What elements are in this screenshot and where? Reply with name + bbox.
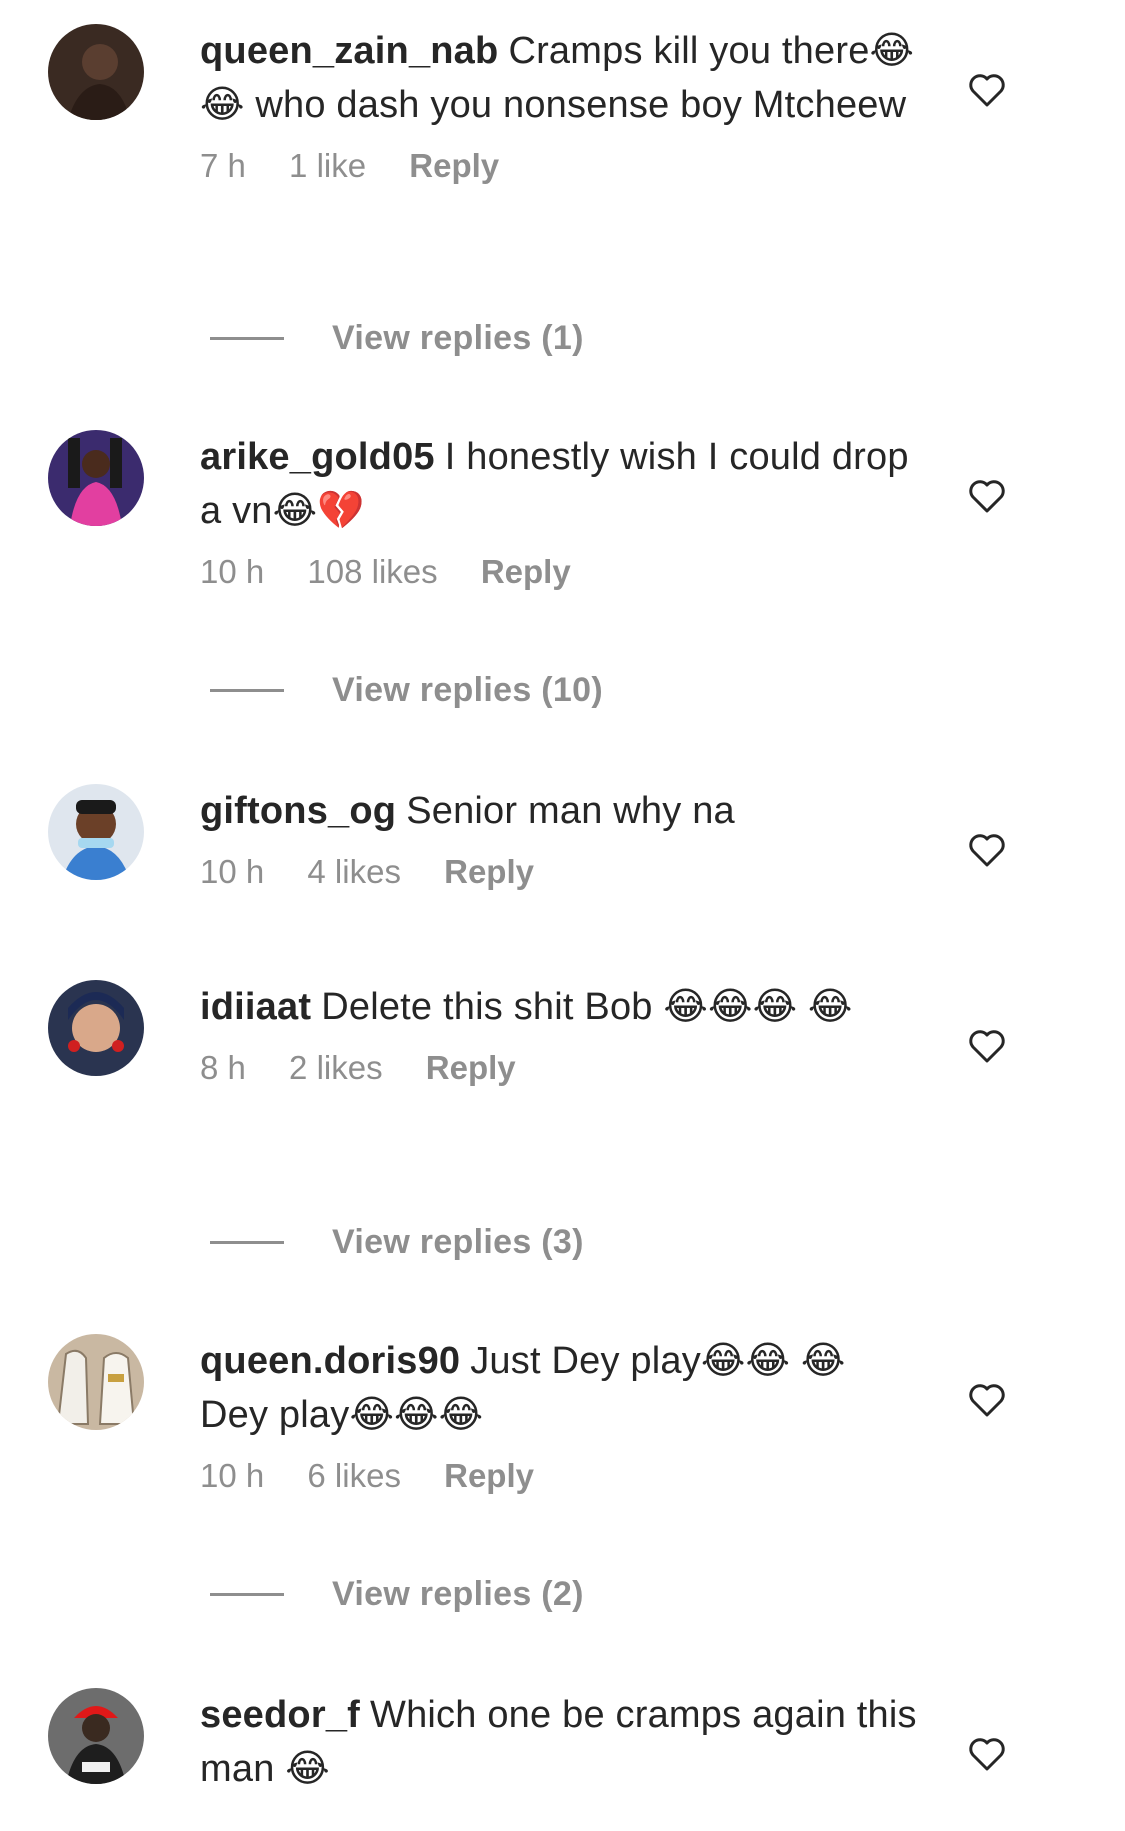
reply-button[interactable]: Reply	[409, 147, 499, 184]
comment-body: Senior man why na	[406, 790, 735, 832]
comment-username[interactable]: seedor_f	[200, 1694, 360, 1736]
comment-username[interactable]: idiiaat	[200, 986, 311, 1028]
reply-button[interactable]: Reply	[444, 853, 534, 890]
view-replies-label: View replies (2)	[332, 1574, 584, 1613]
view-replies-label: View replies (10)	[332, 670, 603, 709]
divider-line	[210, 336, 284, 340]
avatar[interactable]	[48, 24, 144, 120]
view-replies-button[interactable]: View replies (3)	[210, 1220, 584, 1264]
comment-likes[interactable]: 108 likes	[307, 553, 437, 590]
divider-line	[210, 1240, 284, 1244]
comment-text: queen.doris90 Just Dey play😂😂 😂 Dey play😂…	[200, 1334, 920, 1442]
heart-outline-icon[interactable]	[968, 1736, 1006, 1772]
comment-likes[interactable]: 6 likes	[307, 1457, 401, 1494]
avatar[interactable]	[48, 1688, 144, 1784]
avatar[interactable]	[48, 430, 144, 526]
reply-button[interactable]: Reply	[444, 1457, 534, 1494]
comment-time: 10 h	[200, 553, 265, 590]
comment-meta: 7 h 1 like Reply	[200, 144, 920, 188]
comment-time: 10 h	[200, 853, 265, 890]
comment-username[interactable]: arike_gold05	[200, 436, 435, 478]
heart-outline-icon[interactable]	[968, 72, 1006, 108]
comment-time: 7 h	[200, 147, 246, 184]
comment-text: seedor_f Which one be cramps again this m…	[200, 1688, 920, 1796]
comment-meta: 10 h 4 likes Reply	[200, 850, 920, 894]
view-replies-label: View replies (1)	[332, 318, 584, 357]
comment-username[interactable]: giftons_og	[200, 790, 396, 832]
comment-text: idiiaat Delete this shit Bob 😂😂😂 😂	[200, 980, 920, 1034]
comment-text: arike_gold05 I honestly wish I could drop…	[200, 430, 920, 538]
avatar[interactable]	[48, 980, 144, 1076]
comment-text: queen_zain_nab Cramps kill you there😂 😂 w…	[200, 24, 920, 132]
divider-line	[210, 688, 284, 692]
comment-meta: 10 h 6 likes Reply	[200, 1454, 920, 1498]
heart-outline-icon[interactable]	[968, 832, 1006, 868]
comment-meta: 10 h 108 likes Reply	[200, 550, 920, 594]
heart-outline-icon[interactable]	[968, 478, 1006, 514]
reply-button[interactable]: Reply	[481, 553, 571, 590]
heart-outline-icon[interactable]	[968, 1028, 1006, 1064]
avatar[interactable]	[48, 784, 144, 880]
view-replies-button[interactable]: View replies (1)	[210, 316, 584, 360]
comment-likes[interactable]: 2 likes	[289, 1049, 383, 1086]
comment-time: 10 h	[200, 1457, 265, 1494]
reply-button[interactable]: Reply	[426, 1049, 516, 1086]
avatar[interactable]	[48, 1334, 144, 1430]
comment-text: giftons_og Senior man why na	[200, 784, 920, 838]
comment-username[interactable]: queen_zain_nab	[200, 30, 498, 72]
comment-likes[interactable]: 4 likes	[307, 853, 401, 890]
heart-outline-icon[interactable]	[968, 1382, 1006, 1418]
view-replies-button[interactable]: View replies (2)	[210, 1572, 584, 1616]
view-replies-button[interactable]: View replies (10)	[210, 668, 603, 712]
comment-time: 8 h	[200, 1049, 246, 1086]
comment-username[interactable]: queen.doris90	[200, 1340, 460, 1382]
comment-likes[interactable]: 1 like	[289, 147, 366, 184]
comment-body: Delete this shit Bob 😂😂😂 😂	[321, 986, 853, 1028]
comment-meta: 8 h 2 likes Reply	[200, 1046, 920, 1090]
divider-line	[210, 1592, 284, 1596]
view-replies-label: View replies (3)	[332, 1222, 584, 1261]
